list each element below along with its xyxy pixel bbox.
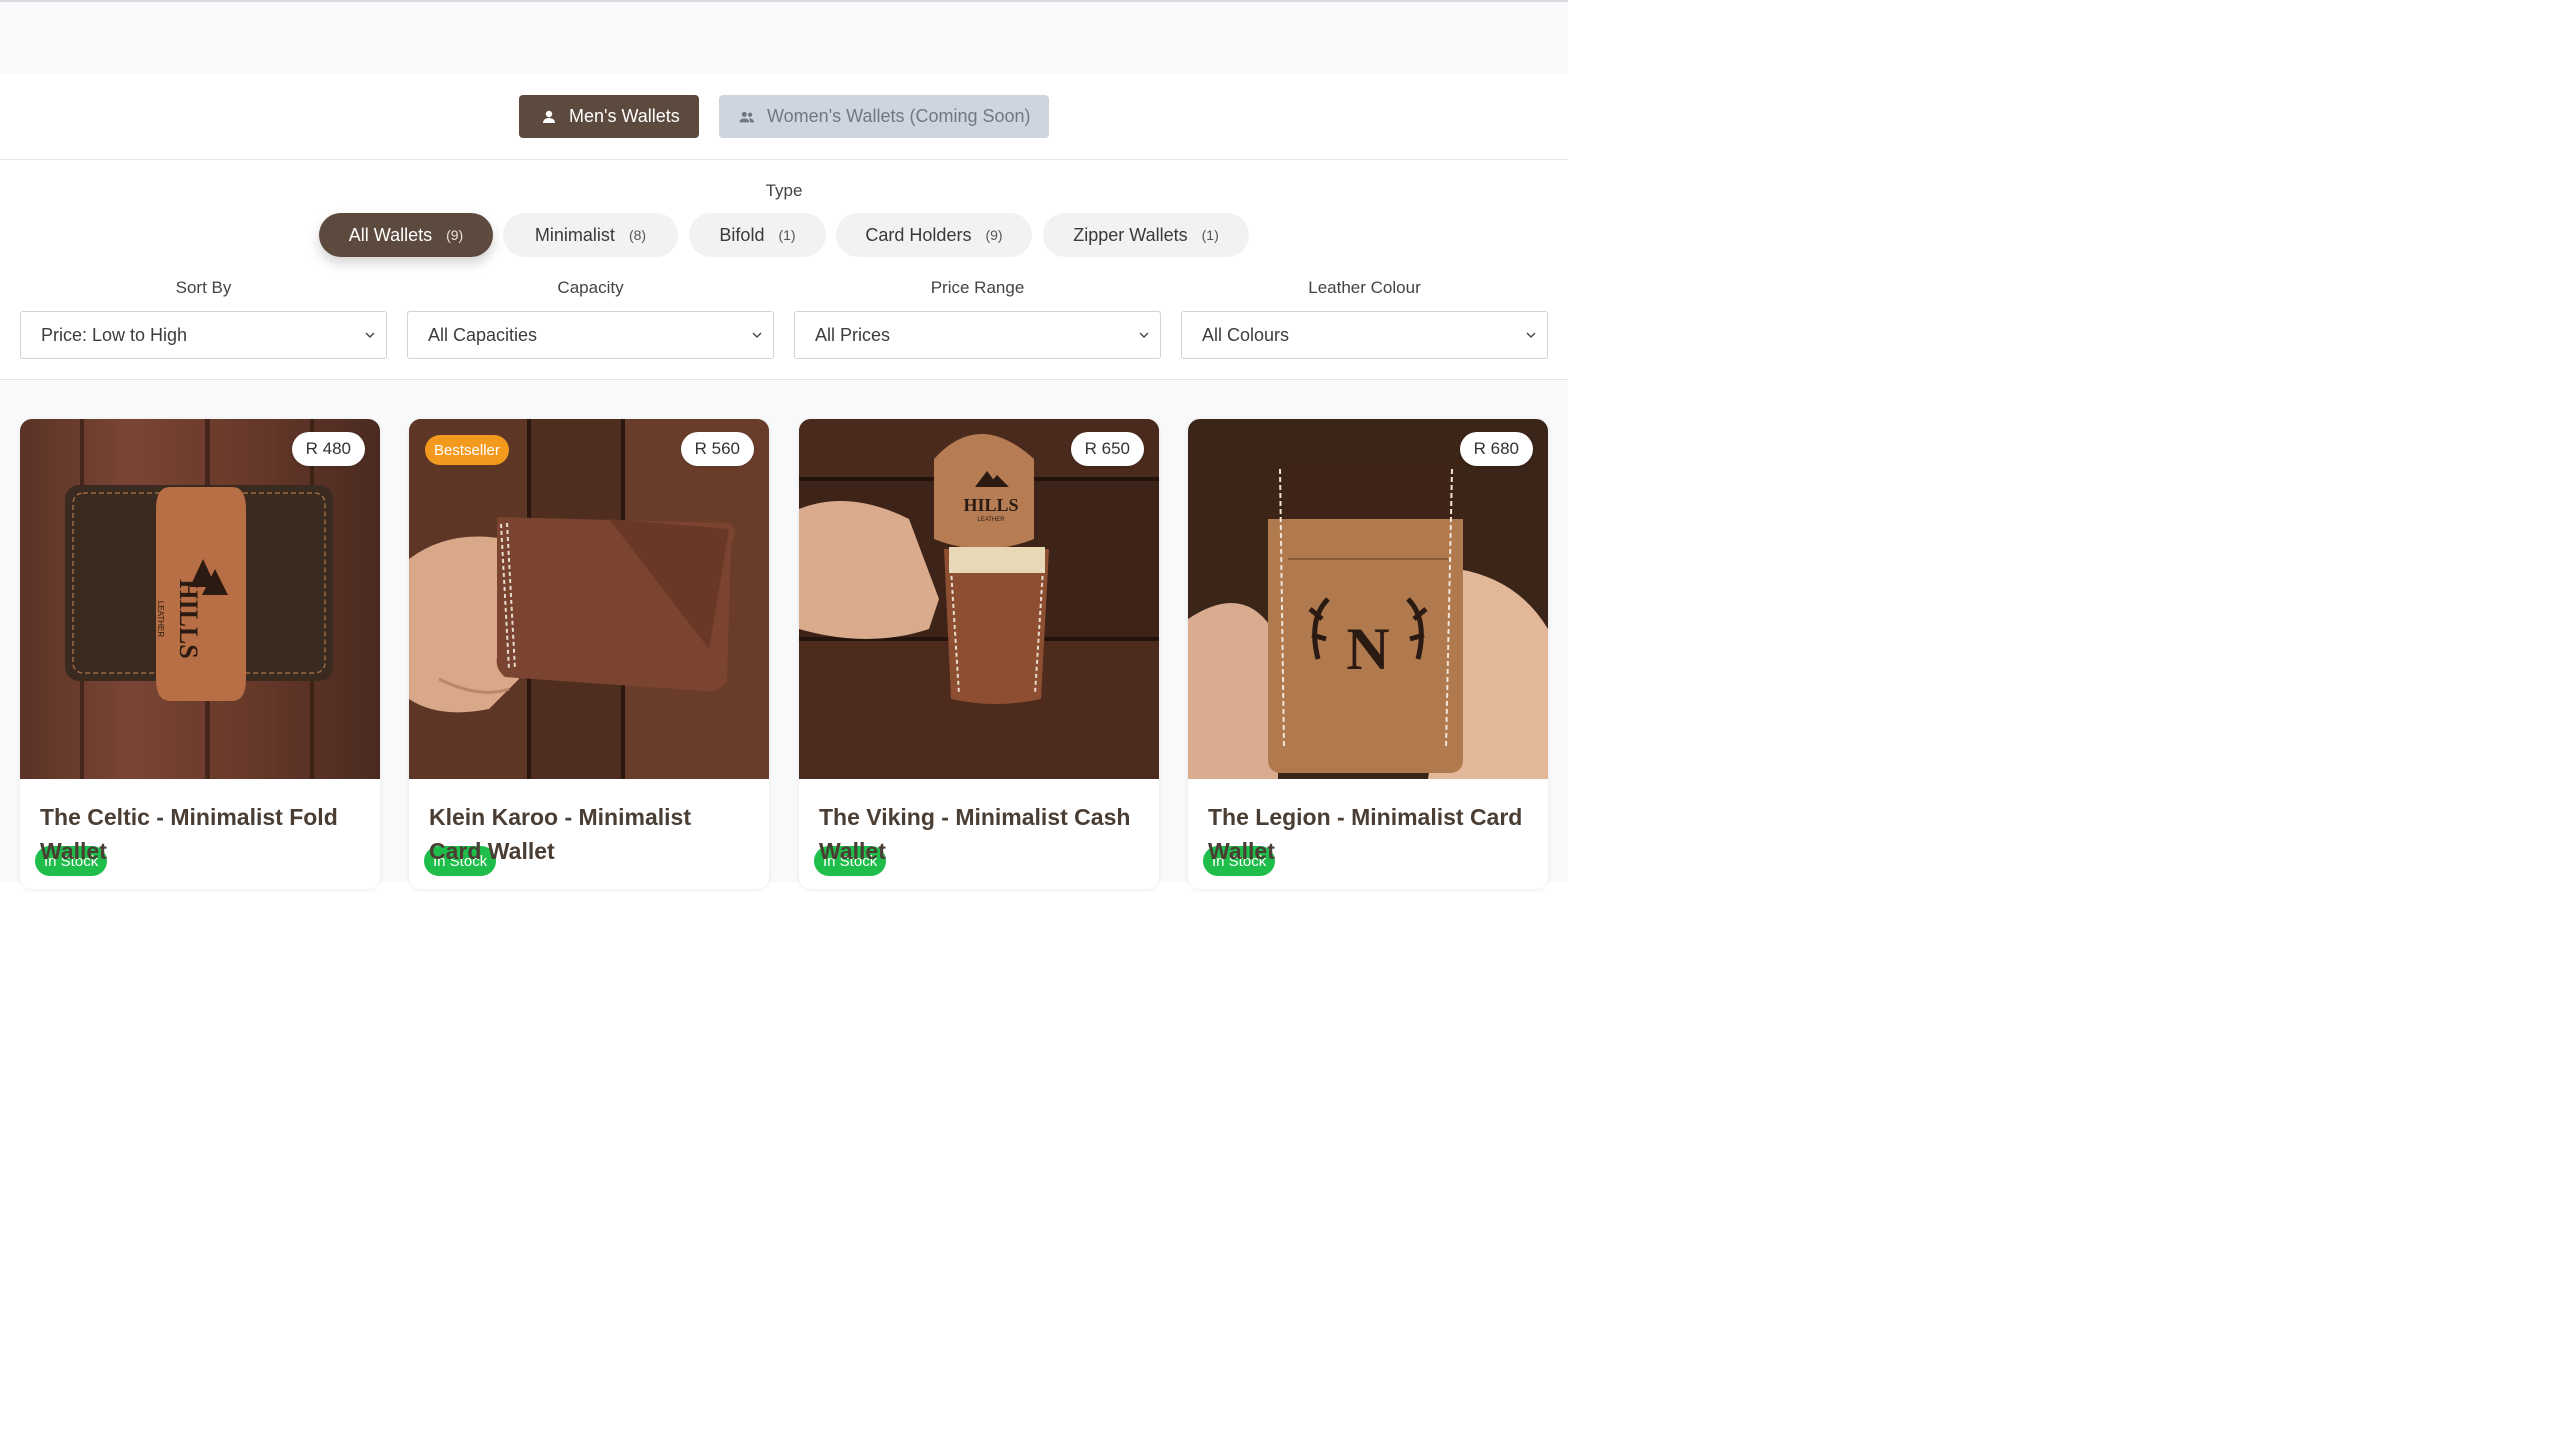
product-title[interactable]: Klein Karoo - Minimalist Card Wallet bbox=[429, 800, 749, 868]
chevron-down-icon bbox=[1526, 332, 1536, 338]
capacity-label: Capacity bbox=[557, 278, 624, 297]
bestseller-badge: Bestseller bbox=[425, 435, 509, 465]
chip-label: Zipper Wallets bbox=[1073, 224, 1188, 245]
chip-label: Minimalist bbox=[534, 224, 615, 245]
monogram-text: N bbox=[1346, 616, 1389, 682]
chevron-down-icon bbox=[365, 332, 375, 338]
chip-minimalist[interactable]: Minimalist (8) bbox=[503, 213, 678, 257]
price-range-filter: Price Range All Prices bbox=[794, 278, 1161, 359]
product-card[interactable]: N R 680 In Stock The Legion - Minimalist… bbox=[1188, 419, 1548, 889]
chip-card-holders[interactable]: Card Holders (9) bbox=[836, 213, 1032, 257]
product-image[interactable]: N bbox=[1188, 419, 1548, 779]
chip-zipper-wallets[interactable]: Zipper Wallets (1) bbox=[1043, 213, 1249, 257]
product-title[interactable]: The Legion - Minimalist Card Wallet bbox=[1208, 800, 1528, 868]
capacity-select[interactable]: All Capacities bbox=[407, 311, 774, 359]
people-icon bbox=[739, 109, 755, 125]
chip-label: All Wallets bbox=[348, 224, 433, 245]
price-tag: R 680 bbox=[1459, 432, 1533, 466]
chip-count: (9) bbox=[446, 227, 464, 243]
mens-wallets-label: Men's Wallets bbox=[569, 106, 680, 126]
product-card[interactable]: HILLS LEATHER R 650 In Stock The Viking … bbox=[799, 419, 1159, 889]
person-icon bbox=[541, 109, 557, 125]
chevron-down-icon bbox=[1139, 332, 1149, 338]
sort-by-value: Price: Low to High bbox=[41, 324, 188, 345]
hills-brand-text: HILLS bbox=[174, 579, 203, 659]
leather-colour-value: All Colours bbox=[1202, 324, 1290, 345]
sort-by-label: Sort By bbox=[175, 278, 232, 297]
womens-wallets-label: Women's Wallets (Coming Soon) bbox=[767, 106, 1031, 126]
filter-panel: Type All Wallets (9) Minimalist (8) Bifo… bbox=[0, 160, 1568, 380]
womens-wallets-tab[interactable]: Women's Wallets (Coming Soon) bbox=[719, 95, 1049, 138]
product-image[interactable]: HILLS LEATHER bbox=[799, 419, 1159, 779]
product-image[interactable]: HILLS LEATHER bbox=[20, 419, 380, 779]
hills-brand-text: HILLS bbox=[963, 495, 1018, 515]
gender-tabs: Men's Wallets Women's Wallets (Coming So… bbox=[0, 74, 1568, 160]
chip-count: (1) bbox=[778, 227, 796, 243]
leather-word-text: LEATHER bbox=[977, 517, 1005, 523]
price-range-label: Price Range bbox=[930, 278, 1025, 297]
price-tag: R 560 bbox=[680, 432, 754, 466]
price-tag: R 650 bbox=[1070, 432, 1144, 466]
product-card[interactable]: Bestseller R 560 In Stock Klein Karoo - … bbox=[409, 419, 769, 889]
sort-by-filter: Sort By Price: Low to High bbox=[20, 278, 387, 359]
chip-label: Card Holders bbox=[865, 224, 972, 245]
product-image[interactable] bbox=[409, 419, 769, 779]
type-label: Type bbox=[765, 181, 803, 200]
chip-bifold[interactable]: Bifold (1) bbox=[689, 213, 826, 257]
leather-word-text: LEATHER bbox=[156, 601, 165, 638]
top-band bbox=[0, 0, 1568, 74]
product-title[interactable]: The Celtic - Minimalist Fold Wallet bbox=[40, 800, 360, 868]
chip-count: (8) bbox=[628, 227, 647, 243]
capacity-filter: Capacity All Capacities bbox=[407, 278, 774, 359]
product-grid: HILLS LEATHER R 480 In Stock The Celtic … bbox=[0, 381, 1568, 889]
chip-label: Bifold bbox=[719, 224, 765, 245]
chevron-down-icon bbox=[752, 332, 762, 338]
mens-wallets-tab[interactable]: Men's Wallets bbox=[519, 95, 699, 138]
leather-colour-select[interactable]: All Colours bbox=[1181, 311, 1548, 359]
product-card[interactable]: HILLS LEATHER R 480 In Stock The Celtic … bbox=[20, 419, 380, 889]
price-range-value: All Prices bbox=[815, 324, 891, 345]
chip-count: (1) bbox=[1201, 227, 1219, 243]
product-title[interactable]: The Viking - Minimalist Cash Wallet bbox=[819, 800, 1139, 868]
price-tag: R 480 bbox=[291, 432, 365, 466]
chip-all-wallets[interactable]: All Wallets (9) bbox=[319, 213, 493, 257]
sort-by-select[interactable]: Price: Low to High bbox=[20, 311, 387, 359]
leather-colour-label: Leather Colour bbox=[1308, 278, 1421, 297]
leather-colour-filter: Leather Colour All Colours bbox=[1181, 278, 1548, 359]
capacity-value: All Capacities bbox=[428, 324, 538, 345]
price-range-select[interactable]: All Prices bbox=[794, 311, 1161, 359]
chip-count: (9) bbox=[985, 227, 1003, 243]
